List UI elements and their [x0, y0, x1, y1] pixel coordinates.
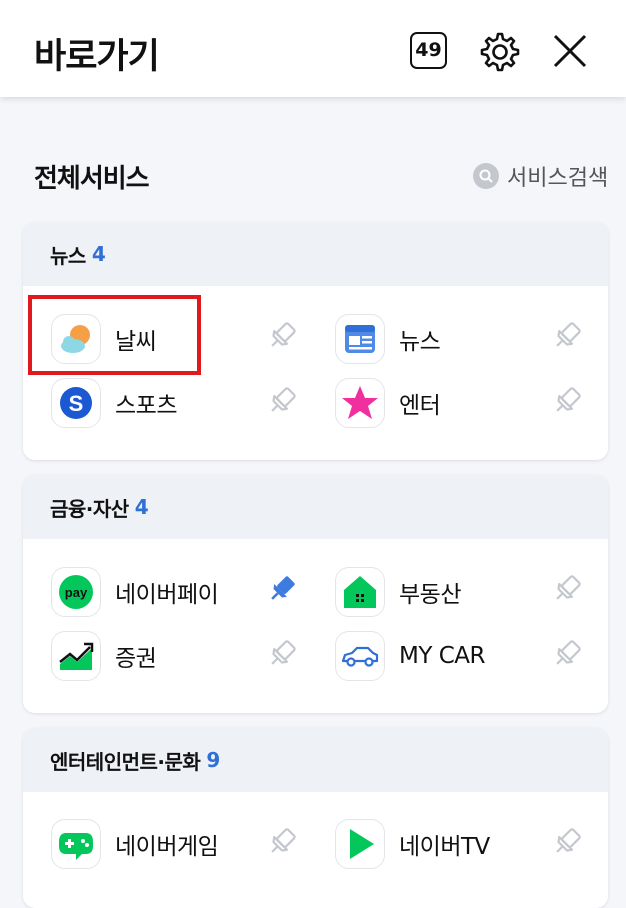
svg-text:S: S	[69, 391, 84, 416]
service-label: 네이버게임	[115, 834, 219, 860]
service-item-naver-pay[interactable]: pay 네이버페이	[51, 567, 219, 617]
play-icon	[335, 819, 385, 869]
service-label: 증권	[115, 646, 157, 672]
close-icon[interactable]	[549, 30, 591, 72]
category-header: 뉴스 4	[23, 222, 608, 286]
category-name: 금융·자산	[50, 496, 129, 521]
search-icon	[473, 163, 499, 189]
search-label: 서비스검색	[507, 166, 609, 191]
tab-count-badge[interactable]: 49	[410, 32, 447, 69]
page-title: 바로가기	[34, 37, 160, 77]
category-count: 9	[206, 748, 220, 772]
service-label: MY CAR	[399, 643, 485, 669]
service-label: 엔터	[399, 393, 441, 419]
pin-icon[interactable]	[265, 384, 299, 418]
pin-icon[interactable]	[265, 637, 299, 671]
service-label: 스포츠	[115, 393, 177, 419]
pin-filled-icon[interactable]	[265, 572, 299, 606]
service-item-my-car[interactable]: MY CAR	[335, 631, 485, 681]
category-name: 뉴스	[50, 243, 86, 268]
service-item-naver-tv[interactable]: 네이버TV	[335, 819, 490, 869]
service-item-news[interactable]: 뉴스	[335, 314, 441, 364]
category-count: 4	[134, 495, 149, 519]
service-label: 네이버TV	[399, 834, 490, 860]
category-count: 4	[91, 242, 106, 266]
pin-icon[interactable]	[550, 572, 584, 606]
sports-icon: S	[51, 378, 101, 428]
service-item-stocks[interactable]: 증권	[51, 631, 157, 681]
category-name: 엔터테인먼트·문화	[50, 749, 201, 774]
service-item-real-estate[interactable]: 부동산	[335, 567, 461, 617]
stock-chart-icon	[51, 631, 101, 681]
section-title: 전체서비스	[34, 164, 150, 194]
pin-icon[interactable]	[265, 825, 299, 859]
service-label: 부동산	[399, 582, 461, 608]
service-search-button[interactable]: 서비스검색	[473, 161, 608, 191]
pin-icon[interactable]	[550, 319, 584, 353]
entertainment-star-icon	[335, 378, 385, 428]
highlight-box	[28, 295, 201, 375]
service-item-entertainment[interactable]: 엔터	[335, 378, 441, 428]
service-label: 뉴스	[399, 329, 441, 355]
service-label: 네이버페이	[115, 582, 219, 608]
pin-icon[interactable]	[550, 637, 584, 671]
gear-icon[interactable]	[478, 30, 520, 72]
top-bar: 바로가기 49	[0, 0, 626, 97]
pin-icon[interactable]	[550, 384, 584, 418]
category-header: 엔터테인먼트·문화 9	[23, 728, 608, 792]
service-item-sports[interactable]: S 스포츠	[51, 378, 177, 428]
category-card-entertainment: 엔터테인먼트·문화 9 네이버게임 네이버TV	[23, 728, 608, 908]
car-icon	[335, 631, 385, 681]
gamepad-icon	[51, 819, 101, 869]
real-estate-icon	[335, 567, 385, 617]
svg-text:pay: pay	[65, 585, 88, 600]
service-item-naver-game[interactable]: 네이버게임	[51, 819, 219, 869]
category-card-finance: 금융·자산 4 pay 네이버페이 부동산 증권 MY CAR	[23, 475, 608, 713]
naver-pay-icon: pay	[51, 567, 101, 617]
pin-icon[interactable]	[550, 825, 584, 859]
category-header: 금융·자산 4	[23, 475, 608, 539]
news-icon	[335, 314, 385, 364]
pin-icon[interactable]	[265, 319, 299, 353]
